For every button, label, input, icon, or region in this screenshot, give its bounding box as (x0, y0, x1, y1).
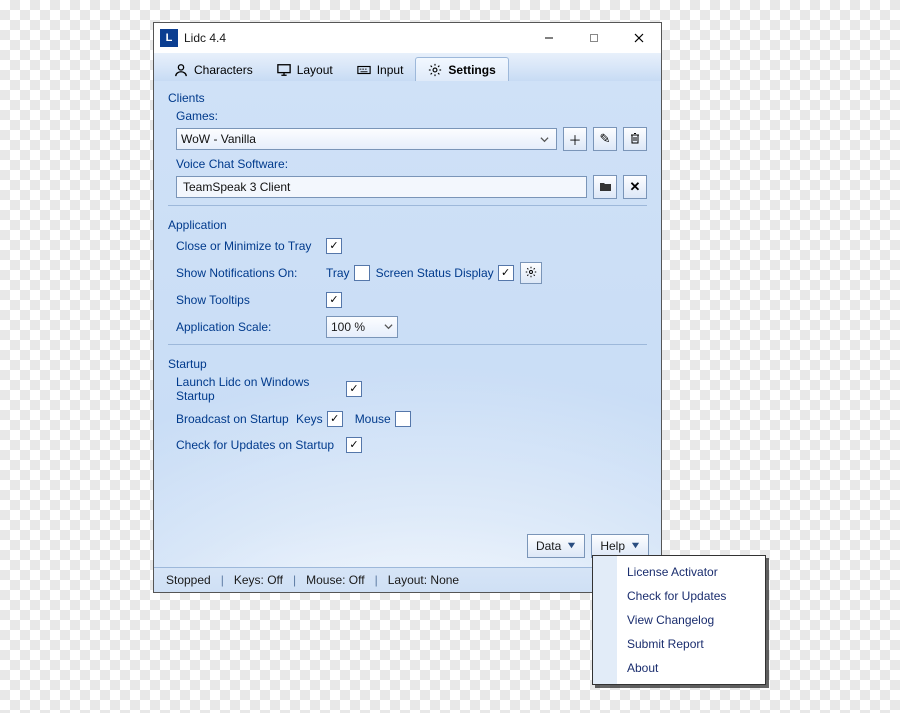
help-button-label: Help (600, 539, 625, 553)
menu-item-about[interactable]: About (593, 656, 765, 680)
browse-voice-button[interactable] (593, 175, 617, 199)
tab-bar: Characters Layout Input Settings (154, 53, 661, 81)
titlebar: L Lidc 4.4 (154, 23, 661, 53)
keyboard-icon (357, 63, 371, 77)
tab-characters[interactable]: Characters (162, 58, 265, 81)
notif-screen-checkbox[interactable] (498, 265, 514, 281)
separator: | (375, 573, 378, 587)
broadcast-mouse-label: Mouse (355, 412, 391, 426)
notif-tray-checkbox[interactable] (354, 265, 370, 281)
tab-settings[interactable]: Settings (415, 57, 508, 81)
maximize-button[interactable] (571, 24, 616, 52)
status-stopped: Stopped (166, 573, 211, 587)
separator: | (221, 573, 224, 587)
launch-startup-label: Launch Lidc on Windows Startup (176, 375, 346, 403)
notifications-label: Show Notifications On: (176, 266, 326, 280)
status-bar: Stopped | Keys: Off | Mouse: Off | Layou… (154, 567, 661, 592)
chevron-down-icon (631, 539, 640, 553)
data-button[interactable]: Data (527, 534, 585, 558)
app-window: L Lidc 4.4 Characters Layout Input Setti… (153, 22, 662, 593)
app-icon: L (160, 29, 178, 47)
add-game-button[interactable]: ＋ (563, 127, 587, 151)
group-title: Startup (168, 357, 647, 371)
data-button-label: Data (536, 539, 561, 553)
group-title: Clients (168, 91, 647, 105)
games-dropdown[interactable]: WoW - Vanilla (176, 128, 557, 150)
broadcast-mouse-checkbox[interactable] (395, 411, 411, 427)
tab-label: Settings (448, 63, 495, 77)
tab-layout[interactable]: Layout (265, 58, 345, 81)
status-keys: Keys: Off (234, 573, 283, 587)
monitor-icon (277, 63, 291, 77)
broadcast-label: Broadcast on Startup (176, 412, 296, 426)
tab-label: Layout (297, 63, 333, 77)
launch-startup-checkbox[interactable] (346, 381, 362, 397)
scale-label: Application Scale: (176, 320, 326, 334)
tooltips-label: Show Tooltips (176, 293, 326, 307)
person-icon (174, 63, 188, 77)
minimize-button[interactable] (526, 24, 571, 52)
chevron-down-icon (384, 320, 393, 334)
close-tray-checkbox[interactable] (326, 238, 342, 254)
status-mouse: Mouse: Off (306, 573, 364, 587)
window-title: Lidc 4.4 (184, 31, 526, 45)
settings-panel: Clients Games: WoW - Vanilla ＋ ✎ Voice C… (154, 81, 661, 592)
scale-value: 100 % (331, 320, 365, 334)
tab-label: Characters (194, 63, 253, 77)
broadcast-keys-checkbox[interactable] (327, 411, 343, 427)
menu-item-license[interactable]: License Activator (593, 560, 765, 584)
check-updates-checkbox[interactable] (346, 437, 362, 453)
voice-label: Voice Chat Software: (176, 157, 647, 171)
status-layout: Layout: None (388, 573, 459, 587)
games-label: Games: (176, 109, 647, 123)
notif-screen-label: Screen Status Display (376, 266, 494, 280)
menu-item-changelog[interactable]: View Changelog (593, 608, 765, 632)
group-clients: Clients Games: WoW - Vanilla ＋ ✎ Voice C… (168, 91, 647, 206)
gear-icon (525, 266, 537, 281)
group-title: Application (168, 218, 647, 232)
voice-chat-value: TeamSpeak 3 Client (183, 180, 290, 194)
help-menu: License Activator Check for Updates View… (592, 555, 766, 685)
tab-input[interactable]: Input (345, 58, 416, 81)
group-application: Application Close or Minimize to Tray Sh… (168, 218, 647, 345)
voice-chat-field[interactable]: TeamSpeak 3 Client (176, 176, 587, 198)
notif-tray-label: Tray (326, 266, 350, 280)
notif-settings-button[interactable] (520, 262, 542, 284)
x-icon: ✕ (630, 179, 641, 195)
separator: | (293, 573, 296, 587)
group-startup: Startup Launch Lidc on Windows Startup B… (168, 357, 647, 455)
tab-label: Input (377, 63, 404, 77)
chevron-down-icon (567, 539, 576, 553)
tooltips-checkbox[interactable] (326, 292, 342, 308)
pencil-icon: ✎ (600, 131, 611, 147)
delete-game-button[interactable] (623, 127, 647, 151)
games-value: WoW - Vanilla (181, 132, 256, 146)
close-tray-label: Close or Minimize to Tray (176, 239, 326, 253)
menu-item-updates[interactable]: Check for Updates (593, 584, 765, 608)
menu-item-report[interactable]: Submit Report (593, 632, 765, 656)
gear-icon (428, 63, 442, 77)
chevron-down-icon (536, 131, 552, 147)
folder-icon (599, 180, 612, 195)
plus-icon: ＋ (568, 130, 581, 149)
trash-icon (629, 132, 641, 147)
clear-voice-button[interactable]: ✕ (623, 175, 647, 199)
check-updates-label: Check for Updates on Startup (176, 438, 346, 452)
close-button[interactable] (616, 24, 661, 52)
broadcast-keys-label: Keys (296, 412, 323, 426)
scale-dropdown[interactable]: 100 % (326, 316, 398, 338)
edit-game-button[interactable]: ✎ (593, 127, 617, 151)
